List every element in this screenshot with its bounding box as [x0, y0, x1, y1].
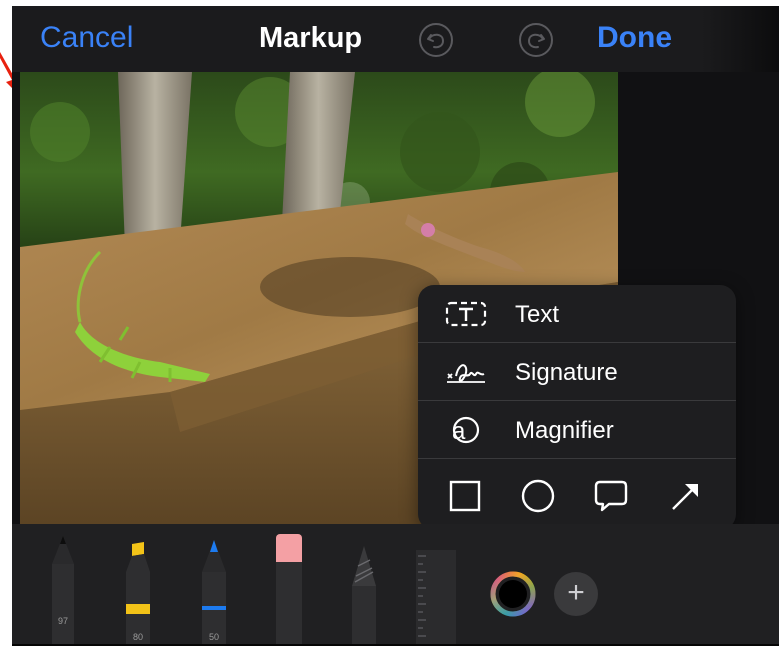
markup-menu-popover: Text Signature a Magnifier [418, 285, 736, 530]
menu-item-label: Magnifier [515, 417, 614, 444]
markup-screen: Cancel Markup Done Text Signature a Magn… [12, 6, 779, 646]
navbar-shade [702, 6, 779, 72]
speech-bubble-icon[interactable] [592, 477, 630, 515]
pen-tool[interactable] [46, 534, 80, 646]
menu-item-signature[interactable]: Signature [418, 343, 736, 401]
pen-width-label: 97 [57, 616, 68, 626]
navigation-bar: Cancel Markup Done [12, 6, 779, 72]
eraser-tool[interactable] [274, 534, 304, 646]
undo-icon[interactable] [418, 22, 454, 58]
plus-icon: + [567, 576, 585, 609]
shape-tools-row [418, 459, 736, 530]
circle-icon[interactable] [519, 477, 557, 515]
menu-item-label: Signature [515, 359, 618, 386]
menu-item-label: Text [515, 301, 560, 328]
color-wheel-icon[interactable] [490, 571, 536, 617]
drawing-toolbar: 97 80 50 + [12, 524, 779, 646]
signature-icon [447, 364, 485, 383]
lasso-tool[interactable] [348, 546, 380, 646]
svg-text:a: a [452, 418, 466, 445]
magnifier-icon: a [452, 416, 480, 445]
add-button[interactable]: + [554, 572, 598, 616]
ruler-tool[interactable] [416, 550, 456, 646]
square-icon[interactable] [446, 477, 484, 515]
redo-icon[interactable] [518, 22, 554, 58]
menu-item-magnifier[interactable]: a Magnifier [418, 401, 736, 459]
done-button[interactable]: Done [597, 20, 672, 56]
page-title: Markup [259, 22, 363, 54]
cancel-button[interactable]: Cancel [40, 20, 133, 56]
text-box-icon [445, 301, 487, 327]
pencil-tool[interactable] [199, 540, 229, 646]
highlighter-tool[interactable] [123, 542, 153, 646]
menu-item-text[interactable]: Text [418, 285, 736, 343]
highlighter-width-label: 80 [132, 632, 143, 642]
pencil-width-label: 50 [208, 632, 219, 642]
arrow-icon[interactable] [667, 477, 705, 515]
